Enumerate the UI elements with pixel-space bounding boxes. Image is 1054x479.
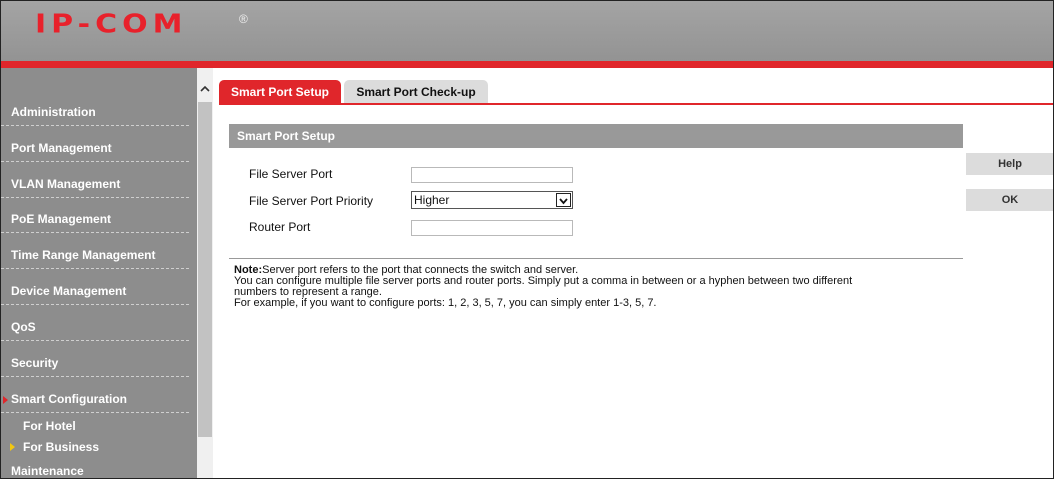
sidebar-item-security[interactable]: Security xyxy=(1,346,189,377)
sidebar-item-label: Smart Configuration xyxy=(11,392,127,406)
priority-selected-value: Higher xyxy=(414,193,450,207)
sidebar-item-label: Port Management xyxy=(11,141,112,155)
section-divider xyxy=(229,258,963,259)
router-port-label: Router Port xyxy=(249,220,311,234)
scroll-up-arrow-icon[interactable] xyxy=(198,82,212,96)
app-frame: IP-COM ® Administration Port Management … xyxy=(0,0,1054,479)
sidebar-item-vlan-management[interactable]: VLAN Management xyxy=(1,167,189,198)
sidebar-subitem-label: For Hotel xyxy=(23,419,76,433)
sidebar-subitem-for-hotel[interactable]: For Hotel xyxy=(23,419,76,433)
sidebar-item-label: Maintenance xyxy=(11,464,84,478)
file-server-port-priority-label: File Server Port Priority xyxy=(249,194,374,208)
header-accent-bar xyxy=(1,61,1053,68)
file-server-port-label: File Server Port xyxy=(249,167,333,181)
sidebar-item-time-range-management[interactable]: Time Range Management xyxy=(1,238,189,269)
sidebar-subitem-label: For Business xyxy=(23,440,100,454)
sidebar: Administration Port Management VLAN Mana… xyxy=(1,68,197,478)
note-text: Note:Server port refers to the port that… xyxy=(234,265,954,309)
sidebar-item-label: QoS xyxy=(11,320,36,334)
section-title: Smart Port Setup xyxy=(237,129,336,143)
scrollbar-thumb[interactable] xyxy=(198,102,212,437)
active-arrow-icon xyxy=(10,443,15,451)
sidebar-item-device-management[interactable]: Device Management xyxy=(1,274,189,305)
brand-logo: IP-COM ® xyxy=(35,9,248,42)
active-arrow-icon xyxy=(3,396,8,404)
sidebar-item-maintenance[interactable]: Maintenance xyxy=(11,464,84,478)
sidebar-item-port-management[interactable]: Port Management xyxy=(1,131,189,162)
sidebar-item-label: VLAN Management xyxy=(11,177,121,191)
sidebar-subitem-for-business[interactable]: For Business xyxy=(10,440,100,454)
tab-smart-port-setup[interactable]: Smart Port Setup xyxy=(219,80,341,104)
sidebar-item-label: Administration xyxy=(11,105,96,119)
file-server-port-input[interactable] xyxy=(411,167,573,183)
note-line-4: For example, if you want to configure po… xyxy=(234,297,657,309)
sidebar-scrollbar[interactable] xyxy=(197,68,213,478)
header-bar: IP-COM ® xyxy=(1,1,1053,61)
router-port-input[interactable] xyxy=(411,220,573,236)
tab-underline xyxy=(219,103,1053,105)
registered-mark: ® xyxy=(239,12,248,26)
sidebar-item-label: Security xyxy=(11,356,59,370)
sidebar-item-smart-configuration[interactable]: Smart Configuration xyxy=(1,382,189,413)
sidebar-item-administration[interactable]: Administration xyxy=(1,95,189,126)
logo-text: IP-COM xyxy=(35,9,188,40)
sidebar-item-label: Time Range Management xyxy=(11,248,156,262)
file-server-port-priority-select[interactable]: Higher xyxy=(411,191,573,209)
section-title-bar: Smart Port Setup xyxy=(229,124,963,148)
sidebar-item-poe-management[interactable]: PoE Management xyxy=(1,202,189,233)
sidebar-item-label: PoE Management xyxy=(11,212,112,226)
sidebar-item-qos[interactable]: QoS xyxy=(1,310,189,341)
tab-smart-port-check-up[interactable]: Smart Port Check-up xyxy=(344,80,488,104)
help-button[interactable]: Help xyxy=(966,153,1053,175)
ok-button[interactable]: OK xyxy=(966,189,1053,211)
sidebar-item-label: Device Management xyxy=(11,284,127,298)
chevron-down-icon[interactable] xyxy=(556,193,571,207)
